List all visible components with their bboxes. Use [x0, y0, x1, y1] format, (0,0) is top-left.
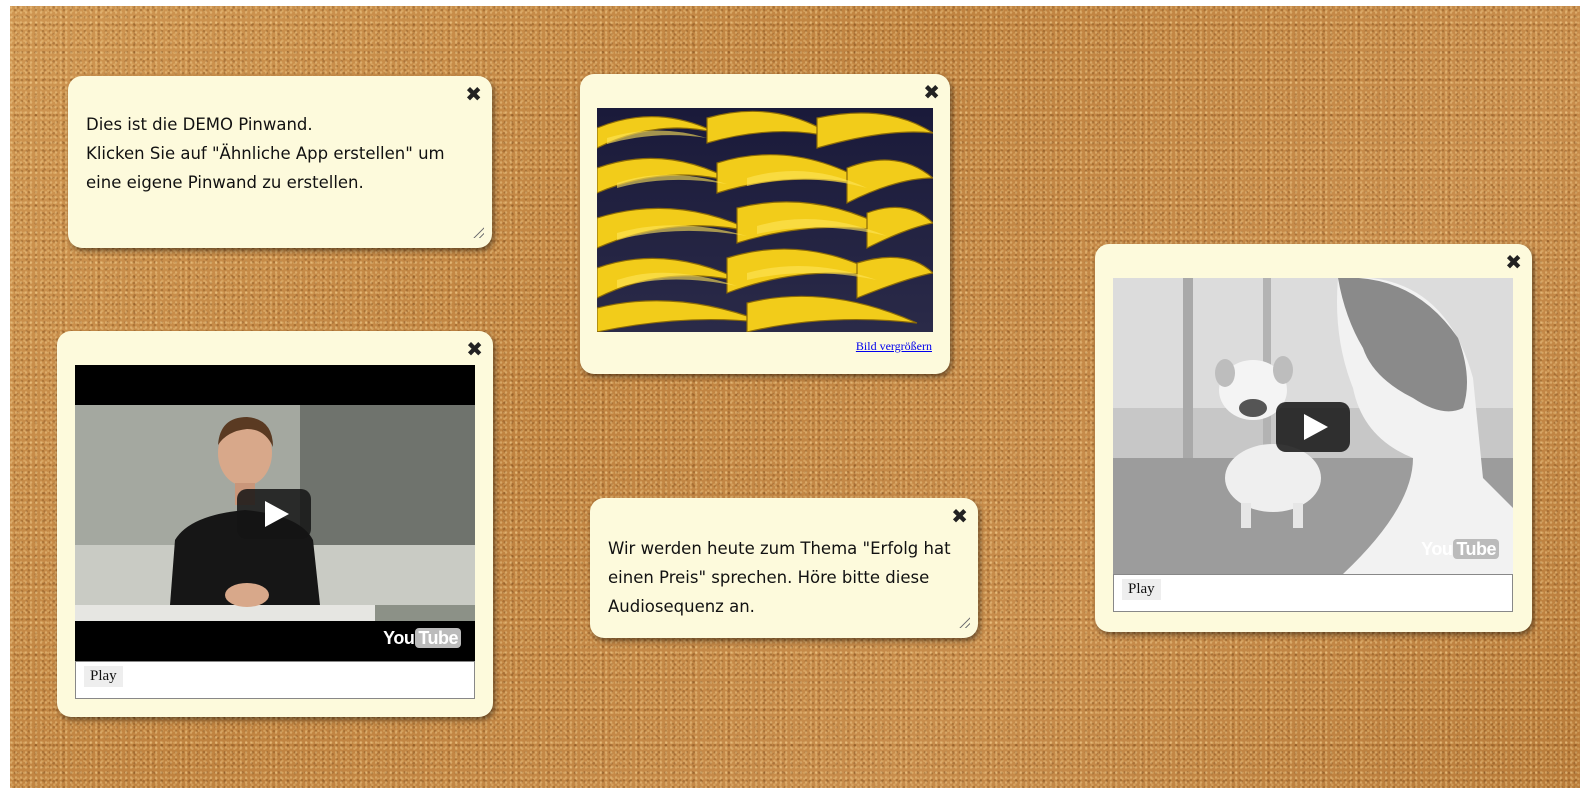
video-thumbnail[interactable]: You Tube: [75, 365, 475, 661]
video-thumbnail[interactable]: You Tube: [1113, 278, 1513, 574]
play-button[interactable]: Play: [1122, 579, 1161, 600]
resize-handle[interactable]: [472, 226, 484, 238]
youtube-logo-you: You: [1421, 539, 1453, 559]
youtube-logo: You Tube: [1421, 539, 1499, 560]
close-icon[interactable]: ✖: [465, 84, 482, 104]
close-icon[interactable]: ✖: [1505, 252, 1522, 272]
video-play-overlay-icon[interactable]: [237, 489, 311, 539]
close-icon[interactable]: ✖: [951, 506, 968, 526]
text-note-demo[interactable]: ✖ Dies ist die DEMO Pinwand. Klicken Sie…: [68, 76, 492, 248]
pinboard: ✖ Dies ist die DEMO Pinwand. Klicken Sie…: [10, 6, 1580, 788]
video-card-1[interactable]: ✖ You Tube Play: [57, 331, 493, 717]
player-controls: Play: [75, 661, 475, 699]
youtube-logo-you: You: [383, 628, 415, 648]
note-text[interactable]: Dies ist die DEMO Pinwand. Klicken Sie a…: [86, 110, 471, 197]
resize-handle[interactable]: [958, 616, 970, 628]
text-note-audio[interactable]: ✖ Wir werden heute zum Thema "Erfolg hat…: [590, 498, 978, 638]
video-play-overlay-icon[interactable]: [1276, 402, 1350, 452]
image-card-bananas[interactable]: ✖ Bild vergrößern: [580, 74, 950, 374]
play-button[interactable]: Play: [84, 666, 123, 687]
close-icon[interactable]: ✖: [923, 82, 940, 102]
bananas-icon: [597, 108, 933, 332]
close-icon[interactable]: ✖: [466, 339, 483, 359]
youtube-logo-tube: Tube: [1453, 539, 1499, 559]
youtube-logo: You Tube: [383, 628, 461, 649]
youtube-logo-tube: Tube: [415, 628, 461, 648]
enlarge-image-link[interactable]: Bild vergrößern: [856, 339, 932, 354]
note-text[interactable]: Wir werden heute zum Thema "Erfolg hat e…: [608, 534, 968, 621]
video-card-2[interactable]: ✖ You Tube Play: [1095, 244, 1532, 632]
bananas-image: [597, 108, 933, 332]
player-controls: Play: [1113, 574, 1513, 612]
